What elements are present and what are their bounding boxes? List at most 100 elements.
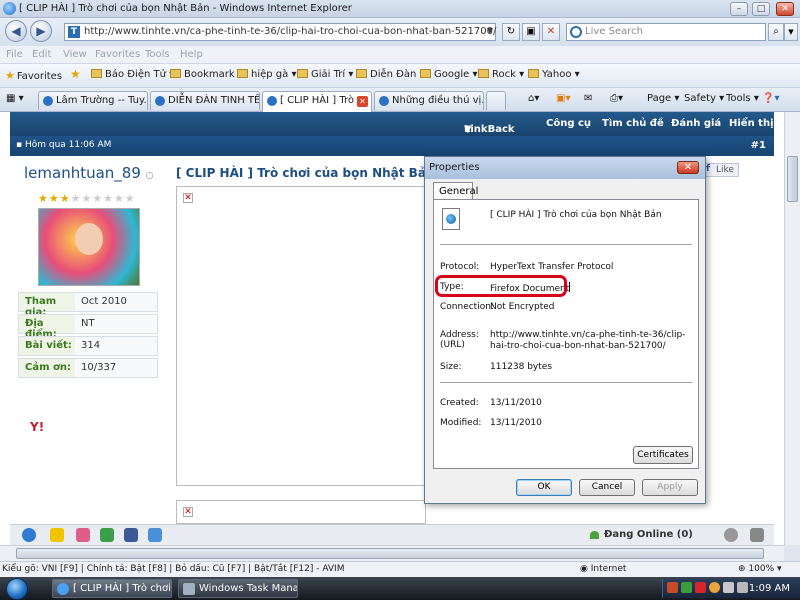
- safety-menu[interactable]: Safety ▾: [684, 93, 724, 104]
- info-row-join: Tham gia: Oct 2010: [18, 292, 158, 318]
- read-mail-icon[interactable]: ✉: [584, 93, 592, 104]
- tray-v-icon[interactable]: [695, 582, 706, 593]
- tab-nhung-dieu-thu-vi[interactable]: Những điều thú vị...: [374, 91, 484, 110]
- apply-button[interactable]: Apply: [642, 479, 698, 496]
- protocol-value: HyperText Transfer Protocol: [490, 262, 614, 272]
- taskbar-task-manager[interactable]: Windows Task Manager: [178, 579, 298, 598]
- vertical-scrollbar[interactable]: [784, 112, 800, 545]
- tab-bar: ▦ ▾ Lâm Trường -- Tuy... DIỄN ĐÀN TINH T…: [0, 88, 800, 112]
- menu-file[interactable]: File: [6, 49, 23, 60]
- certificates-button[interactable]: Certificates: [633, 446, 693, 464]
- address-value: http://www.tinhte.vn/ca-phe-tinh-te-36/c…: [490, 330, 686, 351]
- yahoo-messenger-icon[interactable]: Y!: [30, 420, 44, 434]
- post-title: [ CLIP HÀI ] Trò chơi của bọn Nhật Bản: [176, 166, 435, 180]
- nav-hien-thi[interactable]: Hiển thị: [729, 118, 774, 129]
- tab-lam-truong[interactable]: Lâm Trường -- Tuy...: [38, 91, 148, 110]
- vertical-scroll-thumb[interactable]: [787, 156, 798, 202]
- back-button[interactable]: ◀: [5, 20, 27, 42]
- nav-cong-cu[interactable]: Công cụ: [546, 118, 591, 129]
- new-tab-button[interactable]: [486, 91, 506, 110]
- print-post-icon[interactable]: [76, 528, 90, 542]
- menu-tools[interactable]: Tools: [145, 49, 170, 60]
- username-link[interactable]: lemanhtuan_89 ○: [24, 164, 154, 182]
- post-number[interactable]: #1: [751, 140, 766, 151]
- compatibility-view-button[interactable]: ▣: [522, 23, 540, 41]
- print-icon[interactable]: ⎙▾: [610, 93, 623, 104]
- search-input[interactable]: Live Search: [585, 26, 643, 37]
- dialog-close-button[interactable]: ✕: [677, 161, 699, 174]
- tab-clip-hai[interactable]: [ CLIP HÀI ] Trò ... ✕: [262, 91, 372, 112]
- page-menu[interactable]: Page ▾: [647, 93, 679, 104]
- fav-folder-bookmark[interactable]: Bookmark ▾: [170, 69, 243, 80]
- fav-folder-google[interactable]: Google ▾: [420, 69, 477, 80]
- fav-folder-rock[interactable]: Rock ▾: [478, 69, 524, 80]
- tab-dien-dan-tinh-te[interactable]: DIỄN ĐÀN TINH TẾ: [150, 91, 260, 110]
- menu-edit[interactable]: Edit: [32, 49, 51, 60]
- fav-folder-giai-tri[interactable]: Giải Trí ▾: [297, 69, 353, 80]
- search-options-button[interactable]: ▼: [784, 23, 798, 41]
- cancel-button[interactable]: Cancel: [579, 479, 635, 496]
- fav-folder-dien-dan[interactable]: Diễn Đàn ▾: [356, 69, 425, 80]
- favorites-button[interactable]: ★ Favorites: [5, 69, 62, 82]
- properties-dialog: Properties ✕ General [ CLIP HÀI ] Trò ch…: [424, 156, 706, 504]
- tray-smiley-icon[interactable]: [709, 582, 720, 593]
- system-clock[interactable]: 1:09 AM: [749, 583, 790, 594]
- address-url[interactable]: http://www.tinhte.vn/ca-phe-tinh-te-36/c…: [84, 26, 496, 37]
- tab-close-icon[interactable]: ✕: [357, 96, 368, 107]
- address-bar[interactable]: T http://www.tinhte.vn/ca-phe-tinh-te-36…: [64, 23, 496, 41]
- tray-network-icon[interactable]: [723, 582, 734, 593]
- close-window-button[interactable]: ✕: [776, 2, 794, 16]
- post-media-frame: ✕: [176, 186, 426, 486]
- tray-app-icon[interactable]: [667, 582, 678, 593]
- created-label: Created:: [440, 398, 479, 408]
- tab-general[interactable]: General: [433, 182, 478, 200]
- menu-help[interactable]: Help: [180, 49, 203, 60]
- nav-tim-chu-de[interactable]: Tìm chủ đề: [602, 118, 664, 129]
- tray-check-icon[interactable]: [681, 582, 692, 593]
- refresh-button[interactable]: ↻: [502, 23, 520, 41]
- info-row-thanks: Cảm ơn: 10/337: [18, 358, 158, 378]
- taskbar-ie-window[interactable]: [ CLIP HÀI ] Trò chơi c...: [52, 579, 172, 598]
- tray-volume-icon[interactable]: [737, 582, 748, 593]
- facebook-like-button[interactable]: Like: [703, 163, 739, 177]
- fav-folder-bao-dien-tu[interactable]: Báo Điện Tử ▾: [91, 69, 174, 80]
- facebook-icon[interactable]: [124, 528, 138, 542]
- nav-danh-gia[interactable]: Đánh giá: [671, 118, 721, 129]
- post-action-bar: Đang Online (0): [10, 524, 774, 545]
- zoom-level[interactable]: ⊕ 100% ▾: [738, 564, 782, 574]
- tab-favicon-icon: [155, 96, 165, 106]
- maximize-button[interactable]: □: [752, 2, 770, 16]
- help-menu[interactable]: ❓▾: [762, 93, 779, 104]
- minimize-button[interactable]: –: [730, 2, 748, 16]
- settings-gear-icon[interactable]: [724, 528, 738, 542]
- search-go-button[interactable]: ⌕: [768, 23, 784, 41]
- add-favorites-icon[interactable]: ★: [70, 67, 81, 81]
- tools-menu[interactable]: Tools ▾: [726, 93, 759, 104]
- ie-share-icon[interactable]: [22, 528, 36, 542]
- folder-icon: [237, 69, 248, 78]
- menu-view[interactable]: View: [63, 49, 87, 60]
- live-search-icon: [570, 26, 582, 38]
- avatar[interactable]: [38, 208, 140, 286]
- folder-icon: [170, 69, 181, 78]
- feeds-icon[interactable]: ▣▾: [556, 93, 570, 104]
- search-box[interactable]: Live Search: [566, 23, 766, 41]
- quick-tabs-icon[interactable]: ▦ ▾: [6, 93, 24, 104]
- horizontal-scroll-thumb[interactable]: [16, 548, 764, 559]
- menu-favorites[interactable]: Favorites: [95, 49, 140, 60]
- address-dropdown-icon[interactable]: ▼: [487, 26, 493, 35]
- stop-button[interactable]: ✕: [542, 23, 560, 41]
- home-icon[interactable]: ⌂▾: [528, 93, 539, 104]
- ok-button[interactable]: OK: [516, 479, 572, 496]
- upload-icon[interactable]: [148, 528, 162, 542]
- fav-folder-hiep-ga[interactable]: hiệp gà ▾: [237, 69, 296, 80]
- start-button[interactable]: [6, 578, 28, 600]
- share-icon[interactable]: [100, 528, 114, 542]
- ie-icon: [57, 583, 69, 595]
- dialog-titlebar[interactable]: Properties ✕: [425, 157, 705, 179]
- forward-button[interactable]: ▶: [30, 20, 52, 42]
- radiation-icon[interactable]: [50, 528, 64, 542]
- fav-folder-yahoo[interactable]: Yahoo ▾: [528, 69, 580, 80]
- horizontal-scrollbar[interactable]: [0, 545, 784, 561]
- collapse-icon[interactable]: [750, 528, 764, 542]
